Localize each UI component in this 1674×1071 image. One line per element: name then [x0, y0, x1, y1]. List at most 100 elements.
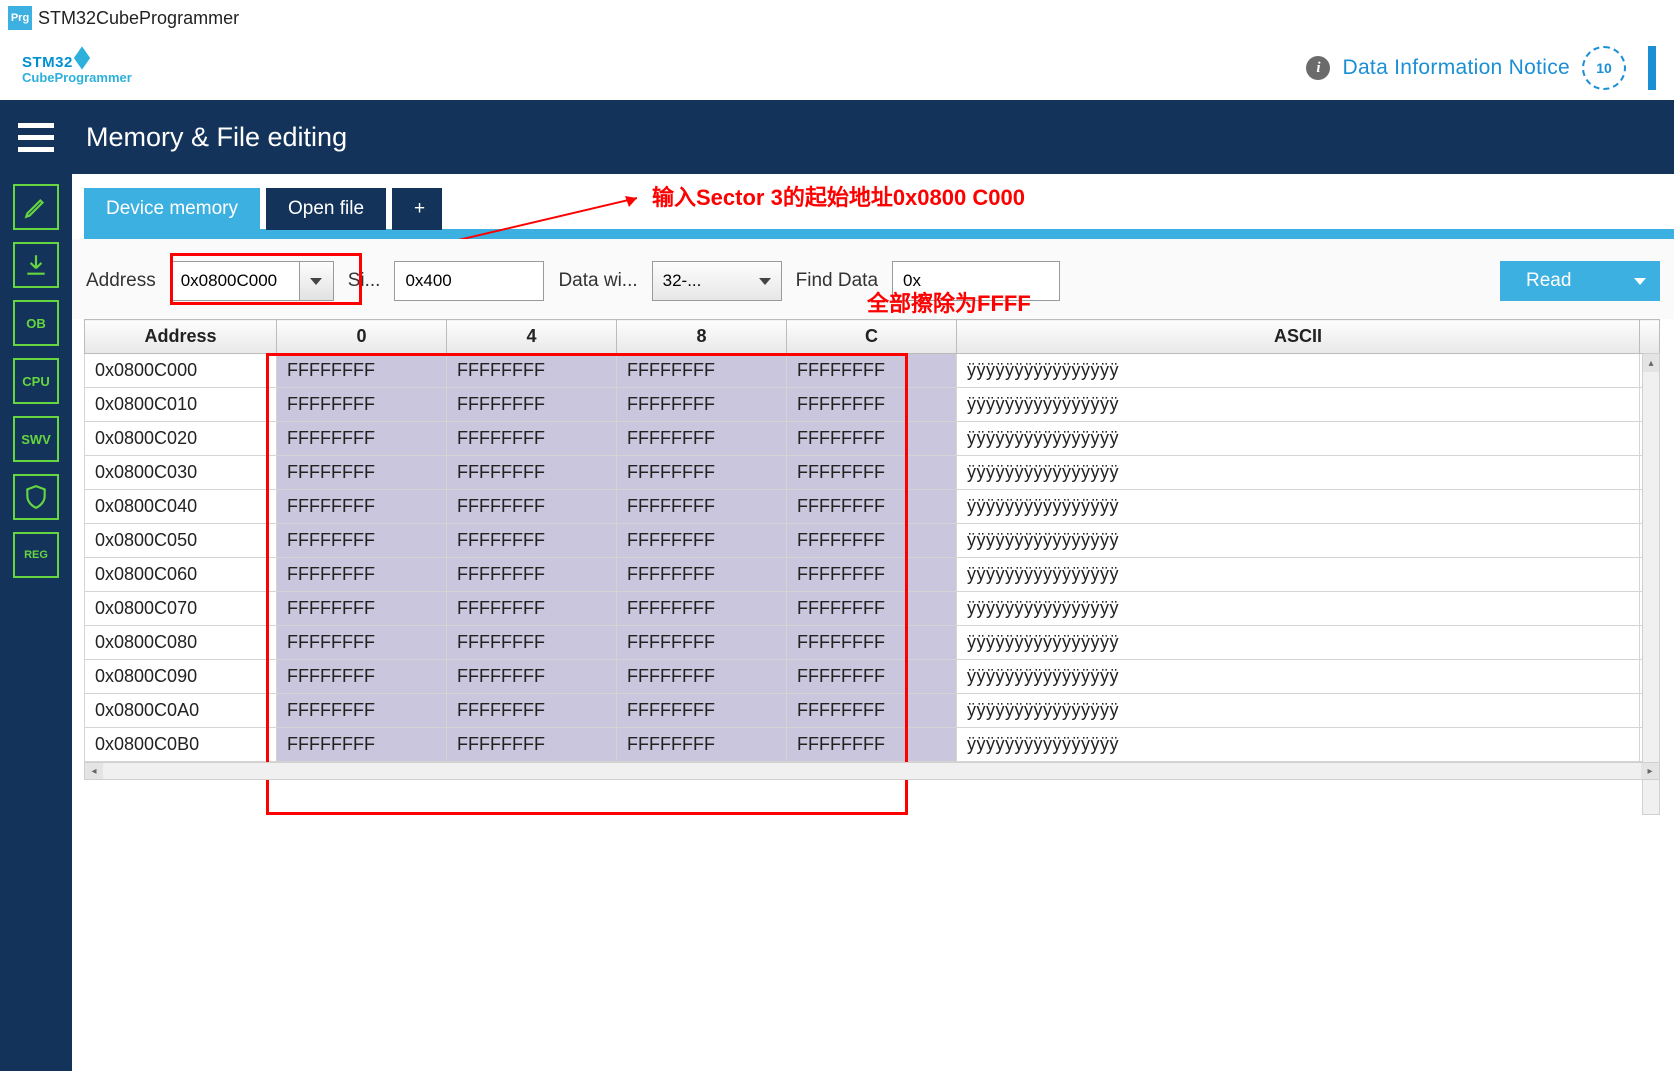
horizontal-scrollbar[interactable]: ◂ ▸ [84, 762, 1660, 780]
sidebar-item-cpu[interactable]: CPU [13, 358, 59, 404]
cell-value[interactable]: FFFFFFFF [447, 354, 617, 388]
tab-open-file[interactable]: Open file [266, 188, 386, 230]
cell-ascii[interactable]: ÿÿÿÿÿÿÿÿÿÿÿÿÿÿÿÿ [957, 592, 1640, 626]
sidebar-item-edit[interactable] [13, 184, 59, 230]
scroll-right-icon[interactable]: ▸ [1641, 763, 1659, 779]
cell-value[interactable]: FFFFFFFF [787, 388, 957, 422]
cell-ascii[interactable]: ÿÿÿÿÿÿÿÿÿÿÿÿÿÿÿÿ [957, 728, 1640, 762]
col-header-0[interactable]: 0 [277, 320, 447, 354]
cell-value[interactable]: FFFFFFFF [617, 592, 787, 626]
cell-ascii[interactable]: ÿÿÿÿÿÿÿÿÿÿÿÿÿÿÿÿ [957, 626, 1640, 660]
cell-value[interactable]: FFFFFFFF [447, 558, 617, 592]
cell-value[interactable]: FFFFFFFF [787, 490, 957, 524]
cell-address[interactable]: 0x0800C040 [85, 490, 277, 524]
cell-address[interactable]: 0x0800C030 [85, 456, 277, 490]
cell-value[interactable]: FFFFFFFF [617, 490, 787, 524]
cell-ascii[interactable]: ÿÿÿÿÿÿÿÿÿÿÿÿÿÿÿÿ [957, 456, 1640, 490]
cell-ascii[interactable]: ÿÿÿÿÿÿÿÿÿÿÿÿÿÿÿÿ [957, 524, 1640, 558]
cell-value[interactable]: FFFFFFFF [277, 558, 447, 592]
cell-value[interactable]: FFFFFFFF [277, 694, 447, 728]
cell-value[interactable]: FFFFFFFF [617, 422, 787, 456]
data-information-notice-link[interactable]: Data Information Notice [1342, 56, 1570, 80]
cell-value[interactable]: FFFFFFFF [277, 524, 447, 558]
cell-value[interactable]: FFFFFFFF [617, 626, 787, 660]
cell-value[interactable]: FFFFFFFF [277, 456, 447, 490]
read-button[interactable]: Read [1500, 261, 1660, 301]
col-header-4[interactable]: 4 [447, 320, 617, 354]
cell-ascii[interactable]: ÿÿÿÿÿÿÿÿÿÿÿÿÿÿÿÿ [957, 558, 1640, 592]
cell-value[interactable]: FFFFFFFF [277, 388, 447, 422]
tab-device-memory[interactable]: Device memory [84, 188, 260, 230]
col-header-8[interactable]: 8 [617, 320, 787, 354]
cell-value[interactable]: FFFFFFFF [787, 660, 957, 694]
cell-value[interactable]: FFFFFFFF [277, 626, 447, 660]
cell-address[interactable]: 0x0800C070 [85, 592, 277, 626]
cell-value[interactable]: FFFFFFFF [787, 456, 957, 490]
find-data-input[interactable] [892, 261, 1060, 301]
size-input[interactable] [394, 261, 544, 301]
col-header-address[interactable]: Address [85, 320, 277, 354]
cell-ascii[interactable]: ÿÿÿÿÿÿÿÿÿÿÿÿÿÿÿÿ [957, 660, 1640, 694]
cell-value[interactable]: FFFFFFFF [617, 558, 787, 592]
scroll-up-icon[interactable]: ▴ [1643, 354, 1659, 372]
hamburger-menu-button[interactable] [0, 100, 72, 174]
cell-ascii[interactable]: ÿÿÿÿÿÿÿÿÿÿÿÿÿÿÿÿ [957, 388, 1640, 422]
tab-add-button[interactable]: + [392, 188, 442, 230]
cell-value[interactable]: FFFFFFFF [787, 524, 957, 558]
cell-value[interactable]: FFFFFFFF [447, 388, 617, 422]
col-header-ascii[interactable]: ASCII [957, 320, 1640, 354]
cell-value[interactable]: FFFFFFFF [617, 388, 787, 422]
cell-address[interactable]: 0x0800C010 [85, 388, 277, 422]
cell-ascii[interactable]: ÿÿÿÿÿÿÿÿÿÿÿÿÿÿÿÿ [957, 490, 1640, 524]
cell-value[interactable]: FFFFFFFF [617, 354, 787, 388]
cell-value[interactable]: FFFFFFFF [447, 626, 617, 660]
address-input[interactable] [170, 261, 300, 301]
address-dropdown-button[interactable] [300, 261, 334, 301]
sidebar-item-reg[interactable]: REG [13, 532, 59, 578]
scroll-left-icon[interactable]: ◂ [85, 763, 103, 779]
cell-address[interactable]: 0x0800C0B0 [85, 728, 277, 762]
cell-value[interactable]: FFFFFFFF [787, 422, 957, 456]
cell-address[interactable]: 0x0800C080 [85, 626, 277, 660]
cell-value[interactable]: FFFFFFFF [787, 728, 957, 762]
cell-address[interactable]: 0x0800C000 [85, 354, 277, 388]
cell-value[interactable]: FFFFFFFF [447, 524, 617, 558]
cell-value[interactable]: FFFFFFFF [787, 626, 957, 660]
sidebar-item-shield[interactable] [13, 474, 59, 520]
cell-value[interactable]: FFFFFFFF [617, 456, 787, 490]
sidebar-item-ob[interactable]: OB [13, 300, 59, 346]
cell-address[interactable]: 0x0800C060 [85, 558, 277, 592]
cell-value[interactable]: FFFFFFFF [447, 728, 617, 762]
cell-value[interactable]: FFFFFFFF [447, 694, 617, 728]
cell-value[interactable]: FFFFFFFF [277, 728, 447, 762]
sidebar-item-download[interactable] [13, 242, 59, 288]
cell-value[interactable]: FFFFFFFF [447, 456, 617, 490]
cell-value[interactable]: FFFFFFFF [617, 694, 787, 728]
cell-value[interactable]: FFFFFFFF [447, 422, 617, 456]
cell-value[interactable]: FFFFFFFF [617, 728, 787, 762]
cell-value[interactable]: FFFFFFFF [787, 354, 957, 388]
cell-value[interactable]: FFFFFFFF [617, 524, 787, 558]
cell-address[interactable]: 0x0800C050 [85, 524, 277, 558]
datawidth-select[interactable]: 32-... [652, 261, 782, 301]
col-header-c[interactable]: C [787, 320, 957, 354]
cell-value[interactable]: FFFFFFFF [277, 422, 447, 456]
cell-value[interactable]: FFFFFFFF [277, 660, 447, 694]
cell-address[interactable]: 0x0800C020 [85, 422, 277, 456]
vertical-scrollbar[interactable]: ▴ [1642, 353, 1660, 815]
cell-value[interactable]: FFFFFFFF [787, 694, 957, 728]
cell-value[interactable]: FFFFFFFF [787, 592, 957, 626]
cell-address[interactable]: 0x0800C0A0 [85, 694, 277, 728]
cell-value[interactable]: FFFFFFFF [787, 558, 957, 592]
cell-ascii[interactable]: ÿÿÿÿÿÿÿÿÿÿÿÿÿÿÿÿ [957, 354, 1640, 388]
cell-value[interactable]: FFFFFFFF [447, 592, 617, 626]
cell-value[interactable]: FFFFFFFF [277, 354, 447, 388]
cell-value[interactable]: FFFFFFFF [617, 660, 787, 694]
sidebar-item-swv[interactable]: SWV [13, 416, 59, 462]
cell-value[interactable]: FFFFFFFF [447, 490, 617, 524]
cell-value[interactable]: FFFFFFFF [447, 660, 617, 694]
cell-ascii[interactable]: ÿÿÿÿÿÿÿÿÿÿÿÿÿÿÿÿ [957, 422, 1640, 456]
cell-value[interactable]: FFFFFFFF [277, 490, 447, 524]
cell-value[interactable]: FFFFFFFF [277, 592, 447, 626]
cell-address[interactable]: 0x0800C090 [85, 660, 277, 694]
